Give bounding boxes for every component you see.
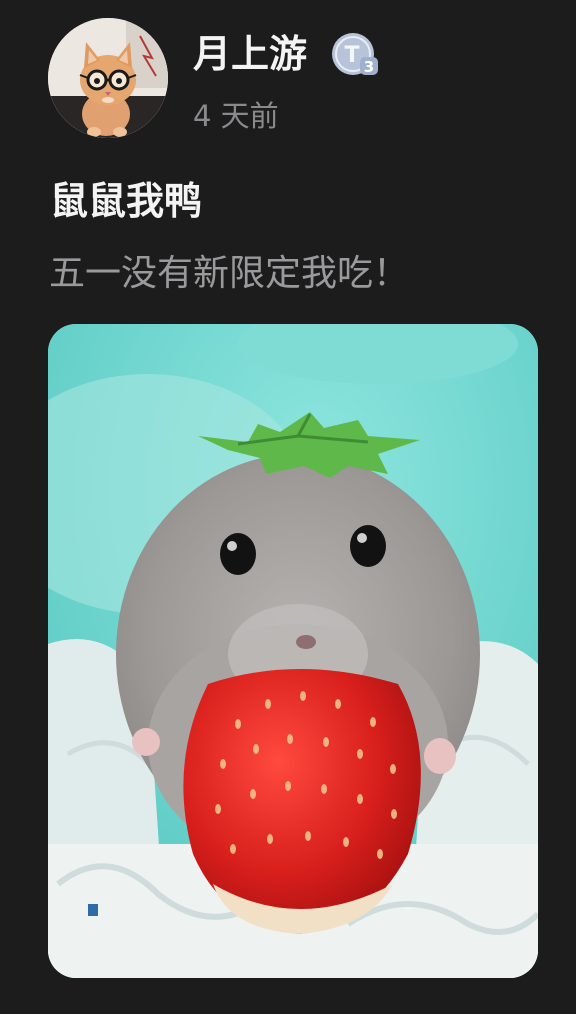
post-page: 月上游 T 3 4 天前 鼠鼠我鸭 五一没有新限定我吃！ <box>0 0 576 1014</box>
hamster-strawberry-photo-icon <box>48 324 538 978</box>
level-badge-icon: T 3 <box>330 29 380 79</box>
post-body-text: 五一没有新限定我吃！ <box>49 253 410 294</box>
svg-text:T: T <box>344 43 359 68</box>
author-name[interactable]: 月上游 <box>193 30 307 78</box>
svg-text:3: 3 <box>364 58 374 76</box>
post-title: 鼠鼠我鸭 <box>50 179 203 223</box>
author-avatar[interactable] <box>48 18 168 138</box>
cat-avatar-icon <box>48 18 168 138</box>
post-timestamp: 4 天前 <box>193 99 279 133</box>
post-image[interactable] <box>48 324 538 978</box>
